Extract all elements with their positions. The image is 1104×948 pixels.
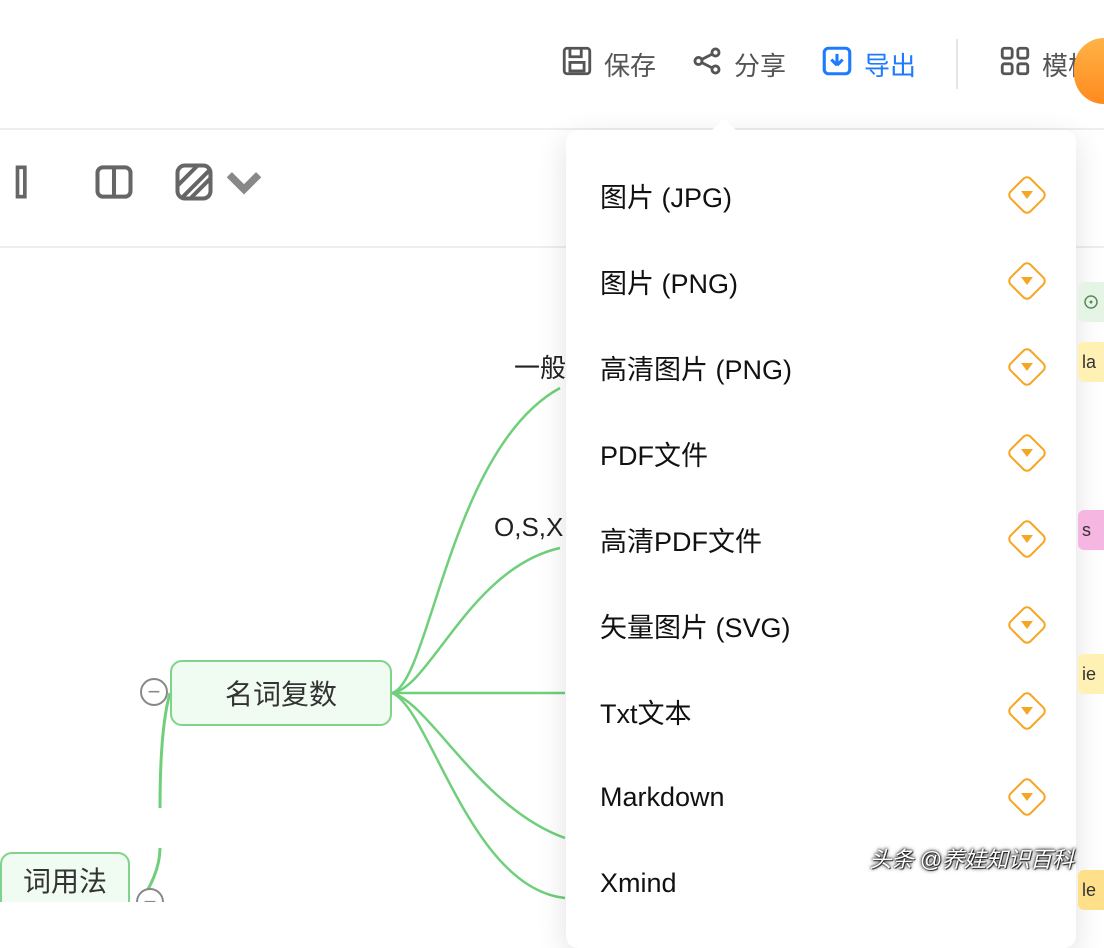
collapse-toggle[interactable]: −: [140, 678, 168, 706]
export-option-markdown[interactable]: Markdown: [566, 754, 1076, 840]
share-button[interactable]: 分享: [690, 44, 786, 85]
export-option-txt[interactable]: Txt文本: [566, 668, 1076, 754]
export-option-svg[interactable]: 矢量图片 (SVG): [566, 582, 1076, 668]
save-icon: [560, 44, 594, 85]
peek-tab[interactable]: s: [1078, 510, 1104, 550]
template-icon: [998, 44, 1032, 85]
premium-icon: [1006, 776, 1048, 818]
peek-tab[interactable]: la: [1078, 342, 1104, 382]
peek-tab[interactable]: [1078, 282, 1104, 322]
premium-icon: [1006, 518, 1048, 560]
watermark: 头条 @养娃知识百科: [870, 842, 1074, 874]
export-option-pdf[interactable]: PDF文件: [566, 410, 1076, 496]
peek-tab[interactable]: le: [1078, 870, 1104, 910]
branch-label: 一般: [514, 348, 566, 385]
export-option-label: 图片 (JPG): [600, 176, 732, 215]
share-label: 分享: [734, 46, 786, 83]
export-option-label: 高清PDF文件: [600, 520, 762, 559]
export-button[interactable]: 导出: [820, 44, 916, 85]
premium-icon: [1006, 260, 1048, 302]
child-node-text: 名词复数: [225, 673, 337, 713]
child-node-text: 词用法: [23, 860, 107, 900]
export-option-jpg[interactable]: 图片 (JPG): [566, 152, 1076, 238]
export-option-label: Markdown: [600, 782, 725, 813]
premium-icon: [1006, 346, 1048, 388]
premium-icon: [1006, 690, 1048, 732]
export-dropdown: 图片 (JPG) 图片 (PNG) 高清图片 (PNG) PDF文件 高清PDF…: [566, 130, 1076, 948]
target-icon: [1082, 293, 1100, 311]
peek-tab[interactable]: ie: [1078, 654, 1104, 694]
export-option-png[interactable]: 图片 (PNG): [566, 238, 1076, 324]
save-label: 保存: [604, 46, 656, 83]
export-icon: [820, 44, 854, 85]
export-option-label: 矢量图片 (SVG): [600, 606, 791, 645]
export-label: 导出: [864, 46, 916, 83]
export-option-hd-pdf[interactable]: 高清PDF文件: [566, 496, 1076, 582]
export-option-label: 高清图片 (PNG): [600, 348, 792, 387]
secondary-toolbar: [0, 160, 266, 204]
chevron-down-icon: [222, 160, 266, 204]
export-option-label: PDF文件: [600, 434, 708, 473]
mindmap-child-node-partial[interactable]: 词用法: [0, 852, 130, 902]
layout-icon[interactable]: [92, 160, 136, 204]
premium-icon: [1006, 432, 1048, 474]
export-option-label: 图片 (PNG): [600, 262, 738, 301]
share-icon: [690, 44, 724, 85]
top-toolbar: 保存 分享 导出 模板: [0, 0, 1104, 130]
toolbar-divider: [956, 39, 958, 89]
export-option-label: Txt文本: [600, 692, 692, 731]
export-option-hd-png[interactable]: 高清图片 (PNG): [566, 324, 1076, 410]
hatch-icon[interactable]: [172, 160, 266, 204]
premium-icon: [1006, 604, 1048, 646]
branch-label: O,S,X: [494, 512, 563, 543]
mindmap-child-node[interactable]: 名词复数: [170, 660, 392, 726]
save-button[interactable]: 保存: [560, 44, 656, 85]
premium-icon: [1006, 174, 1048, 216]
export-option-label: Xmind: [600, 868, 677, 899]
bar-icon[interactable]: [12, 160, 56, 204]
